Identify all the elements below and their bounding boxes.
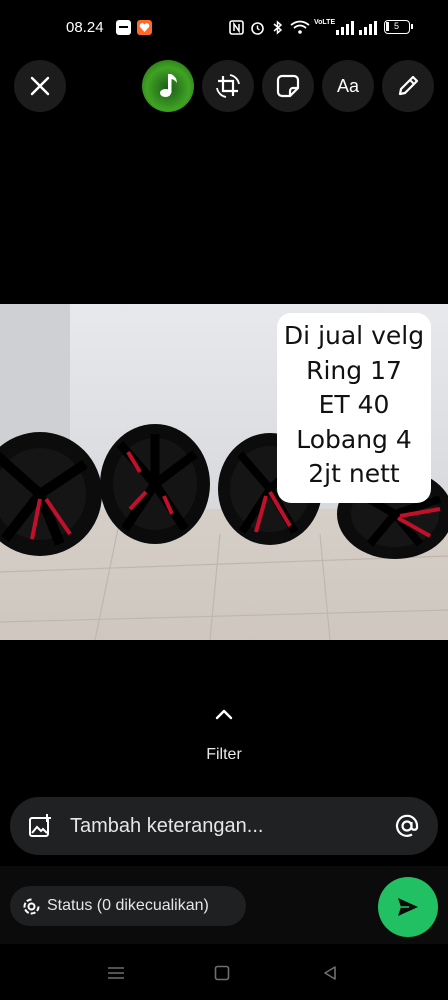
messages-icon — [116, 20, 131, 35]
draw-button[interactable] — [382, 60, 434, 112]
wheel — [100, 424, 210, 544]
close-icon — [30, 76, 50, 96]
filter-label[interactable]: Filter — [0, 746, 448, 764]
nfc-icon — [229, 20, 244, 35]
close-button[interactable] — [14, 60, 66, 112]
overlay-line: Ring 17 — [306, 355, 402, 385]
caption-input[interactable]: Tambah keterangan... — [10, 797, 438, 855]
system-nav-bar — [0, 944, 448, 1000]
overlay-line: ET 40 — [318, 390, 390, 419]
add-image-icon[interactable] — [28, 814, 52, 838]
caption-placeholder: Tambah keterangan... — [70, 815, 264, 837]
overlay-line: Lobang 4 — [296, 424, 412, 454]
sticker-button[interactable] — [262, 60, 314, 112]
signal-icon — [336, 21, 354, 35]
overlay-line: Di jual velg — [283, 321, 425, 350]
status-audience-button[interactable]: Status (0 dikecualikan) — [10, 886, 246, 926]
crop-rotate-icon — [216, 74, 240, 98]
sticker-icon — [276, 74, 300, 98]
battery-percent: 5 — [393, 21, 399, 31]
text-tool-button[interactable]: Aa — [322, 60, 374, 112]
music-icon — [160, 74, 177, 97]
overlay-line: 2jt nett — [308, 459, 400, 488]
clock: 08.24 — [66, 19, 104, 36]
volte-label: VoLTE — [314, 19, 336, 26]
chevron-up-icon[interactable] — [213, 707, 235, 721]
status-label: Status (0 dikecualikan) — [47, 897, 209, 914]
alarm-icon — [251, 22, 264, 35]
pencil-icon — [398, 75, 419, 96]
overlay-text-sticker[interactable]: Di jual velg Ring 17 ET 40 Lobang 4 2jt … — [277, 313, 431, 503]
back-icon[interactable] — [322, 965, 338, 981]
signal-icon — [359, 21, 377, 35]
crop-rotate-button[interactable] — [202, 60, 254, 112]
bluetooth-icon — [273, 20, 283, 35]
send-icon — [398, 898, 418, 916]
wifi-icon — [290, 20, 310, 34]
text-icon: Aa — [336, 75, 360, 96]
music-button[interactable] — [142, 60, 194, 112]
at-icon[interactable] — [394, 813, 420, 839]
status-icon — [23, 898, 40, 915]
editor-toolbar: Aa — [0, 60, 448, 114]
heart-app-icon — [137, 20, 152, 35]
send-button[interactable] — [378, 877, 438, 937]
menu-icon[interactable] — [107, 965, 125, 981]
home-icon[interactable] — [214, 965, 230, 981]
battery-icon: 5 — [384, 20, 413, 34]
status-bar: 08.24 VoLTE 5 — [0, 0, 448, 56]
